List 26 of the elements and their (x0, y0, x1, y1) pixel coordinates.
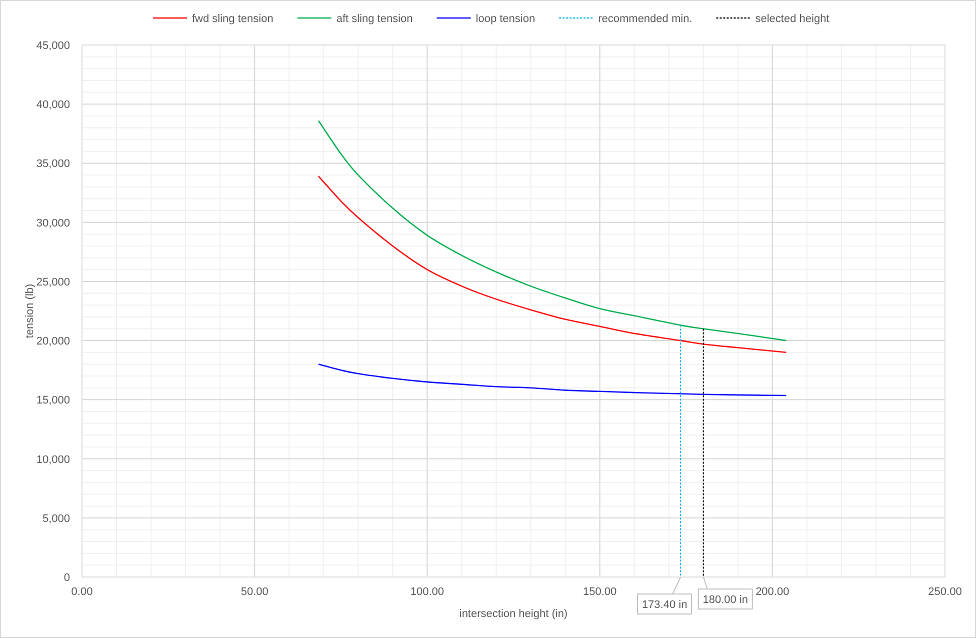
axis-tick-label: 5,000 (42, 512, 70, 525)
axis-tick-label: 0 (64, 572, 70, 584)
axis-tick-label: 10,000 (36, 454, 70, 466)
axis-tick-label: 20,000 (36, 336, 70, 348)
legend-label: recommended min. (598, 13, 692, 25)
callout-label: 173.40 in (637, 594, 692, 614)
axis-tick-label: 30,000 (36, 217, 70, 230)
axis-tick-label: 15,000 (36, 394, 70, 407)
legend-label: aft sling tension (336, 13, 413, 25)
axis-tick-label: 250.00 (928, 586, 962, 598)
axis-tick-label: 40,000 (36, 99, 70, 112)
legend-label: loop tension (476, 13, 536, 25)
legend-label: selected height (755, 13, 830, 25)
legend-label: fwd sling tension (192, 13, 274, 25)
axis-tick-label: 0.00 (71, 586, 93, 598)
axis-tick-label: 25,000 (36, 276, 70, 288)
axis-tick-label: 45,000 (36, 40, 70, 52)
axis-tick-label: 200.00 (756, 586, 790, 598)
callout-label: 180.00 in (698, 588, 753, 610)
axis-tick-label: 35,000 (36, 158, 70, 170)
axis-tick-label: 100.00 (410, 586, 444, 598)
axis-title: tension (lb) (24, 284, 36, 338)
leader-line (672, 576, 682, 594)
axis-tick-label: 150.00 (582, 586, 617, 598)
axis-title: intersection height (in) (459, 608, 568, 620)
axis-tick-label: 50.00 (240, 586, 268, 598)
